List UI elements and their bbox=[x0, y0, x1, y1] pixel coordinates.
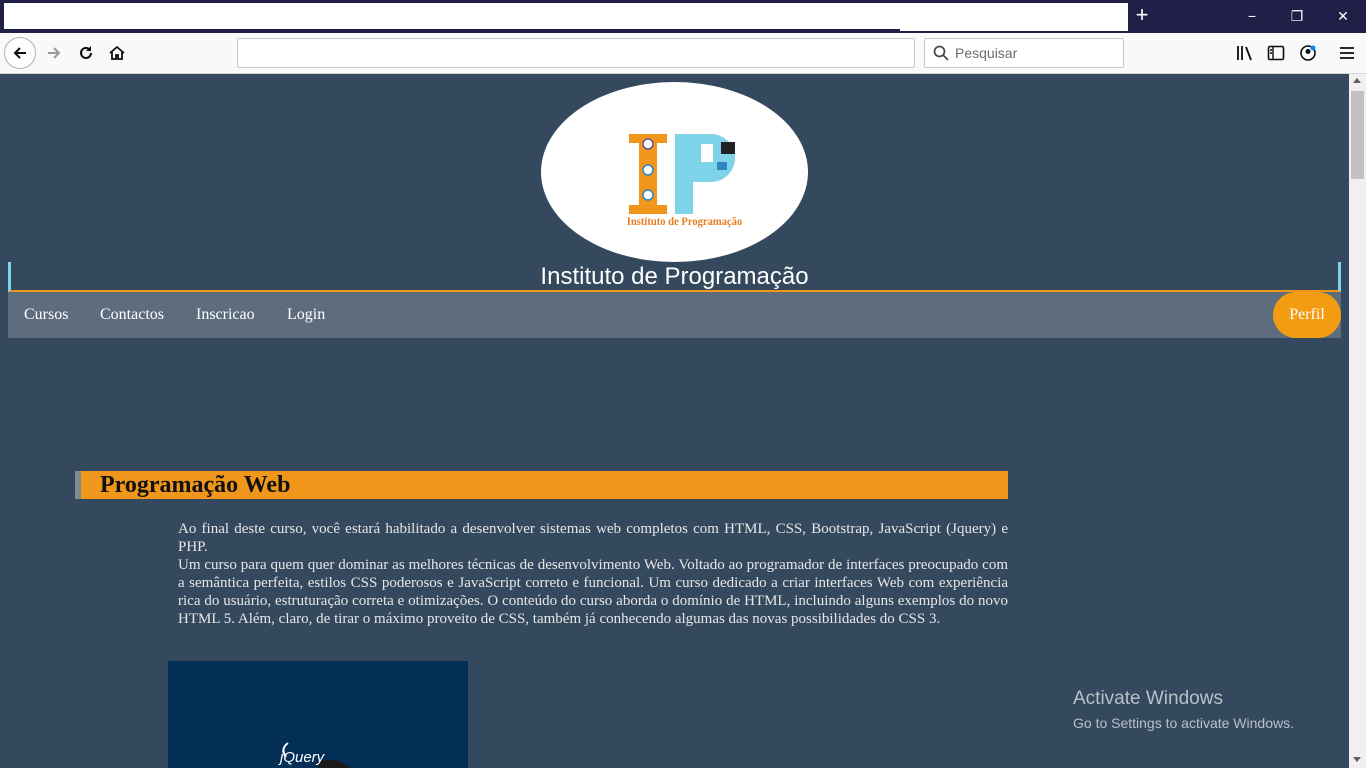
hamburger-menu-icon bbox=[1340, 47, 1354, 59]
home-icon bbox=[109, 45, 125, 60]
activation-watermark-subtitle: Go to Settings to activate Windows. bbox=[1073, 715, 1294, 731]
course-title: Programação Web bbox=[100, 472, 291, 498]
activation-watermark-title: Activate Windows bbox=[1073, 688, 1223, 709]
menu-item-contactos[interactable]: Contactos bbox=[100, 306, 164, 324]
back-arrow-icon bbox=[13, 47, 26, 59]
course-paragraph-1: Ao final deste curso, você estará habili… bbox=[178, 521, 1008, 555]
sidebar-button[interactable] bbox=[1264, 41, 1288, 65]
minimize-button[interactable]: − bbox=[1242, 6, 1262, 26]
sidebar-icon bbox=[1267, 45, 1285, 61]
restore-button[interactable]: ❐ bbox=[1287, 6, 1307, 26]
library-icon bbox=[1237, 46, 1252, 61]
site-logo[interactable]: Instituto de Programação bbox=[541, 82, 808, 262]
course-description: Ao final deste curso, você estará habili… bbox=[178, 520, 1008, 628]
home-button[interactable] bbox=[101, 37, 133, 69]
course-heading-bar: Programação Web bbox=[75, 471, 1008, 499]
jquery-label: jQuery bbox=[280, 749, 325, 766]
logo-caption: Instituto de Programação bbox=[626, 214, 743, 228]
search-bar[interactable] bbox=[924, 38, 1124, 68]
menu-item-inscricao[interactable]: Inscricao bbox=[196, 306, 255, 324]
scroll-thumb[interactable] bbox=[1351, 91, 1364, 179]
profile-button[interactable]: Perfil bbox=[1273, 292, 1341, 338]
reload-button[interactable] bbox=[70, 37, 102, 69]
menu-item-cursos[interactable]: Cursos bbox=[24, 306, 68, 324]
browser-navbar bbox=[0, 33, 1366, 74]
page-title: Instituto de Programação bbox=[540, 263, 809, 290]
library-button[interactable] bbox=[1233, 41, 1257, 65]
page-scrollbar[interactable] bbox=[1349, 74, 1366, 768]
new-tab-button[interactable]: + bbox=[1130, 4, 1154, 28]
title-bar: Instituto de Programação bbox=[8, 262, 1341, 292]
menu-item-login[interactable]: Login bbox=[287, 306, 325, 324]
forward-button[interactable] bbox=[38, 37, 70, 69]
url-bar[interactable] bbox=[237, 38, 915, 68]
scroll-down-arrow-icon[interactable] bbox=[1353, 757, 1361, 762]
tab-indicator bbox=[4, 29, 900, 32]
forward-arrow-icon bbox=[48, 47, 61, 59]
scroll-up-arrow-icon[interactable] bbox=[1353, 78, 1361, 83]
account-icon bbox=[1300, 45, 1316, 61]
search-icon bbox=[933, 45, 949, 61]
main-menu: Cursos Contactos Inscricao Login Perfil bbox=[8, 292, 1341, 338]
account-button[interactable] bbox=[1296, 41, 1320, 65]
close-button[interactable]: ✕ bbox=[1333, 6, 1353, 26]
logo-art bbox=[629, 134, 735, 214]
back-button[interactable] bbox=[4, 37, 36, 69]
browser-tab[interactable] bbox=[4, 3, 1128, 31]
course-paragraph-2: Um curso para quem quer dominar as melho… bbox=[178, 557, 1008, 627]
page-viewport: Instituto de Programação Instituto de Pr… bbox=[0, 74, 1349, 768]
browser-titlebar: + − ❐ ✕ bbox=[0, 0, 1366, 33]
reload-icon bbox=[80, 46, 92, 59]
menu-button[interactable] bbox=[1335, 41, 1359, 65]
course-image[interactable]: jQuery bbox=[168, 661, 468, 768]
search-input[interactable] bbox=[955, 43, 1115, 63]
